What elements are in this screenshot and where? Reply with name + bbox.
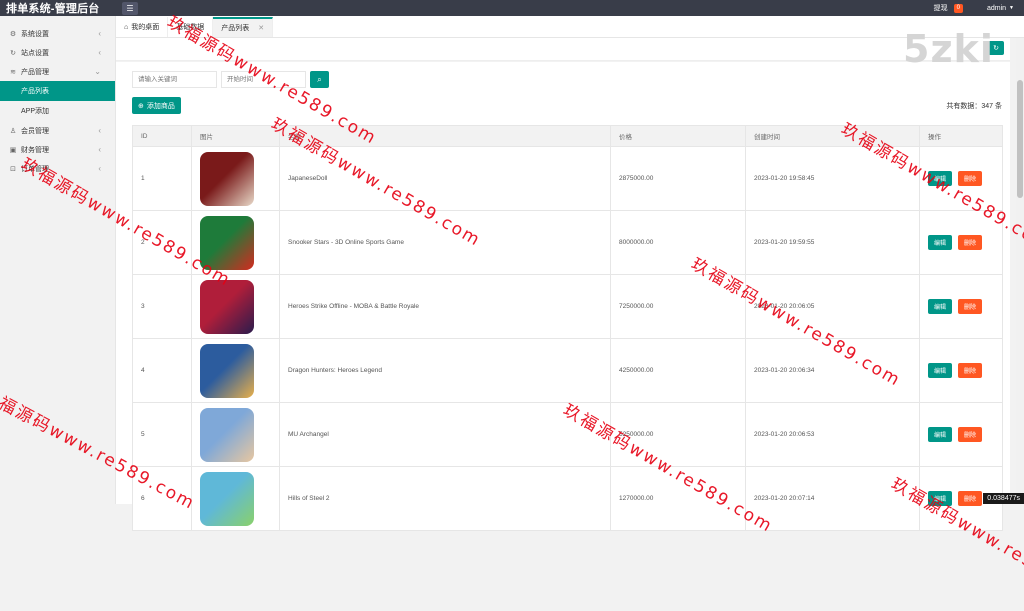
product-thumbnail (200, 472, 254, 526)
column-header-price: 价格 (611, 126, 746, 147)
home-icon: ⌂ (124, 24, 128, 31)
product-thumbnail (200, 344, 254, 398)
refresh-icon: ↻ (8, 49, 18, 57)
cell-name: MU Archangel (280, 403, 611, 467)
search-icon: ⌕ (317, 75, 321, 85)
plus-circle-icon: ⊕ (138, 102, 144, 110)
add-product-button[interactable]: ⊕ 添加商品 (132, 97, 181, 114)
sidebar-item-member-management[interactable]: ♙ 会员管理 ‹ (0, 121, 115, 140)
sidebar-subitem-product-list[interactable]: 产品列表 (0, 81, 115, 101)
chevron-left-icon: ‹ (98, 48, 101, 57)
product-thumbnail (200, 280, 254, 334)
sidebar-item-product-management[interactable]: ≋ 产品管理 ⌄ (0, 62, 115, 81)
brand-watermark: 5zki (903, 27, 994, 71)
search-button[interactable]: ⌕ (310, 71, 329, 88)
withdraw-badge: 0 (954, 4, 963, 13)
tab-label: 我的桌面 (131, 22, 159, 32)
edit-button[interactable]: 编辑 (928, 427, 952, 442)
layers-icon: ≋ (8, 68, 18, 76)
user-menu[interactable]: admin ▼ (987, 5, 1014, 12)
cell-image (192, 403, 280, 467)
chevron-left-icon: ‹ (98, 164, 101, 173)
column-header-id: ID (133, 126, 192, 147)
product-thumbnail (200, 408, 254, 462)
edit-button[interactable]: 编辑 (928, 299, 952, 314)
cell-name: Heroes Strike Offline - MOBA & Battle Ro… (280, 275, 611, 339)
chevron-down-icon: ⌄ (94, 67, 101, 76)
cell-image (192, 339, 280, 403)
row-actions: 编辑 删除 (928, 363, 994, 378)
tab-label: 产品列表 (221, 23, 249, 33)
delete-button[interactable]: 删除 (958, 299, 982, 314)
cell-id: 1 (133, 147, 192, 211)
keyword-input[interactable] (132, 71, 217, 88)
cell-created: 2023-01-20 19:59:55 (746, 211, 920, 275)
product-thumbnail (200, 152, 254, 206)
cell-id: 4 (133, 339, 192, 403)
add-product-label: 添加商品 (147, 101, 175, 111)
sidebar-item-label: 站点设置 (21, 48, 49, 58)
column-header-image: 图片 (192, 126, 280, 147)
chevron-left-icon: ‹ (98, 126, 101, 135)
hamburger-icon: ☰ (126, 4, 133, 13)
column-header-actions: 操作 (920, 126, 1003, 147)
delete-button[interactable]: 删除 (958, 235, 982, 250)
cell-name: Dragon Hunters: Heroes Legend (280, 339, 611, 403)
cell-actions: 编辑 删除 (920, 403, 1003, 467)
cell-id: 5 (133, 403, 192, 467)
menu-toggle-button[interactable]: ☰ (122, 2, 138, 15)
top-bar: 排单系统-管理后台 ☰ 提现 0 admin ▼ (0, 0, 1024, 16)
user-name: admin (987, 5, 1006, 12)
table-row: 6 Hills of Steel 2 1270000.00 2023-01-20… (133, 467, 1003, 531)
withdraw-link[interactable]: 提现 (934, 3, 948, 13)
sidebar-item-site-settings[interactable]: ↻ 站点设置 ‹ (0, 43, 115, 62)
main-content: ⌕ ⊕ 添加商品 共有数据：347 条 ID 图片 名称 价格 创建时间 操作 … (116, 62, 1010, 504)
total-count: 共有数据：347 条 (946, 101, 1002, 111)
top-right-area: 提现 0 admin ▼ (934, 0, 1014, 16)
withdraw-label: 提现 (934, 5, 948, 12)
row-actions: 编辑 删除 (928, 235, 994, 250)
tab-desktop[interactable]: ⌂ 我的桌面 (116, 17, 168, 37)
cell-id: 3 (133, 275, 192, 339)
user-icon: ♙ (8, 127, 18, 135)
cell-created: 2023-01-20 20:06:53 (746, 403, 920, 467)
page-scrollbar[interactable] (1016, 38, 1024, 504)
cell-image (192, 147, 280, 211)
chevron-left-icon: ‹ (98, 145, 101, 154)
row-actions: 编辑 删除 (928, 299, 994, 314)
sidebar-item-label: 产品管理 (21, 67, 49, 77)
caret-down-icon: ▼ (1009, 5, 1014, 11)
tab-bar: ⌂ 我的桌面 基础数据 产品列表 ✕ (116, 16, 1024, 38)
chevron-left-icon: ‹ (98, 29, 101, 38)
delete-button[interactable]: 删除 (958, 427, 982, 442)
cell-actions: 编辑 删除 (920, 339, 1003, 403)
refresh-icon: ↻ (993, 44, 999, 52)
render-timer: 0.038477s (983, 493, 1024, 504)
sidebar-item-system-settings[interactable]: ⚙ 系统设置 ‹ (0, 24, 115, 43)
scrollbar-thumb[interactable] (1017, 80, 1023, 198)
table-row: 3 Heroes Strike Offline - MOBA & Battle … (133, 275, 1003, 339)
gear-icon: ⚙ (8, 30, 18, 38)
edit-button[interactable]: 编辑 (928, 363, 952, 378)
cell-actions: 编辑 删除 (920, 275, 1003, 339)
cell-price: 2875000.00 (611, 147, 746, 211)
row-actions: 编辑 删除 (928, 427, 994, 442)
cell-image (192, 467, 280, 531)
cell-image (192, 275, 280, 339)
table-row: 2 Snooker Stars - 3D Online Sports Game … (133, 211, 1003, 275)
cell-name: Hills of Steel 2 (280, 467, 611, 531)
sidebar-item-finance-management[interactable]: ▣ 财务管理 ‹ (0, 140, 115, 159)
app-title: 排单系统-管理后台 (0, 0, 116, 16)
sidebar-item-label: 会员管理 (21, 126, 49, 136)
product-table: ID 图片 名称 价格 创建时间 操作 1 JapaneseDoll 28750… (132, 125, 1003, 531)
delete-button[interactable]: 删除 (958, 363, 982, 378)
close-icon[interactable]: ✕ (258, 24, 264, 32)
table-body: 1 JapaneseDoll 2875000.00 2023-01-20 19:… (133, 147, 1003, 531)
sidebar-subitem-app-add[interactable]: APP添加 (0, 101, 115, 121)
edit-button[interactable]: 编辑 (928, 235, 952, 250)
wallet-icon: ▣ (8, 146, 18, 154)
cell-price: 4250000.00 (611, 339, 746, 403)
sidebar-item-label: 系统设置 (21, 29, 49, 39)
